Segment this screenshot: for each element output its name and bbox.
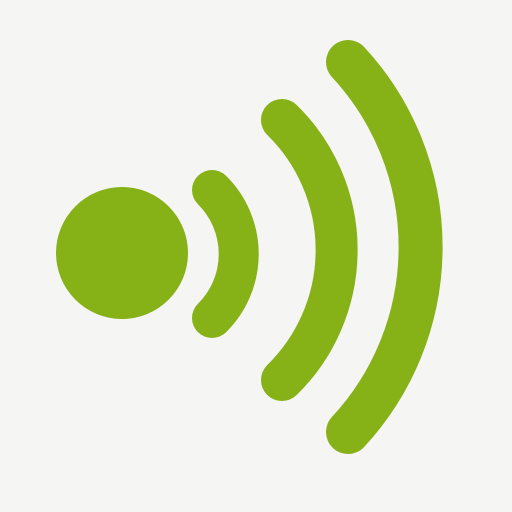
wireless-signal-icon	[56, 40, 443, 454]
signal-wave-large	[326, 40, 443, 454]
signal-wave-small	[192, 170, 259, 338]
icon-canvas	[0, 0, 512, 512]
signal-source-dot	[56, 187, 188, 319]
signal-wave-medium	[261, 99, 358, 401]
